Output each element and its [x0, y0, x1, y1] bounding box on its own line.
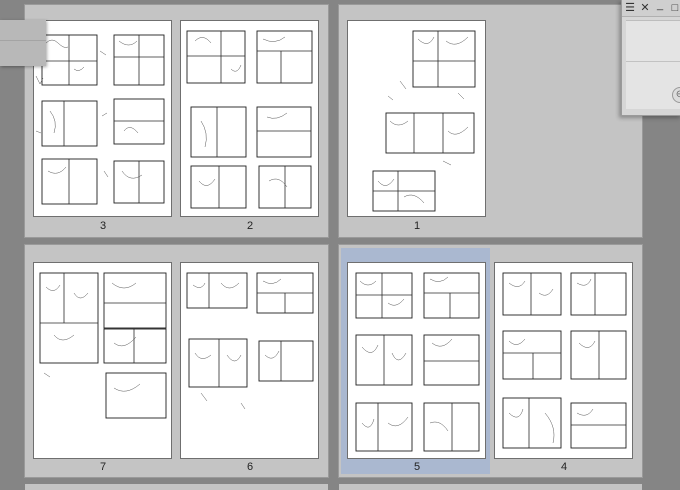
palette-title-bar[interactable]: ☰ ✕ _ □ — [622, 0, 680, 17]
page-4-thumbnail[interactable] — [495, 263, 632, 458]
page-6-number: 6 — [246, 461, 254, 473]
palette-content: ⊖ — [626, 20, 680, 109]
page-5-number: 5 — [413, 461, 421, 473]
page-7-number: 7 — [99, 461, 107, 473]
left-floating-panel[interactable] — [0, 20, 46, 66]
page-3-sketch — [35, 34, 165, 205]
spread-next-right — [339, 484, 642, 490]
page-2-thumbnail[interactable] — [181, 21, 318, 216]
page-3-thumbnail[interactable] — [34, 21, 171, 216]
floating-palette[interactable]: ☰ ✕ _ □ ⊖ — [621, 0, 680, 116]
page-6-thumbnail[interactable] — [181, 263, 318, 458]
page-1-number: 1 — [413, 220, 421, 232]
palette-divider — [626, 61, 680, 62]
page-5-sketch — [355, 272, 480, 452]
page-3-number: 3 — [99, 220, 107, 232]
palette-close-icon[interactable]: ✕ — [639, 1, 651, 15]
palette-zoom-icon[interactable]: ⊖ — [672, 87, 680, 103]
page-4-number: 4 — [560, 461, 568, 473]
left-panel-divider — [0, 40, 46, 41]
palette-restore-icon[interactable]: □ — [669, 1, 680, 15]
page-1-sketch — [372, 30, 476, 212]
spread-next-left — [25, 484, 328, 490]
page-6-sketch — [186, 272, 314, 410]
page-1-thumbnail[interactable] — [348, 21, 485, 216]
page-7-thumbnail[interactable] — [34, 263, 171, 458]
page-2-number: 2 — [246, 220, 254, 232]
page-2-sketch — [186, 30, 313, 209]
palette-minimize-icon[interactable]: _ — [654, 0, 666, 12]
page-4-sketch — [502, 272, 627, 449]
palette-menu-icon[interactable]: ☰ — [624, 1, 636, 15]
page-7-sketch — [39, 272, 167, 419]
page-5-thumbnail[interactable] — [348, 263, 485, 458]
